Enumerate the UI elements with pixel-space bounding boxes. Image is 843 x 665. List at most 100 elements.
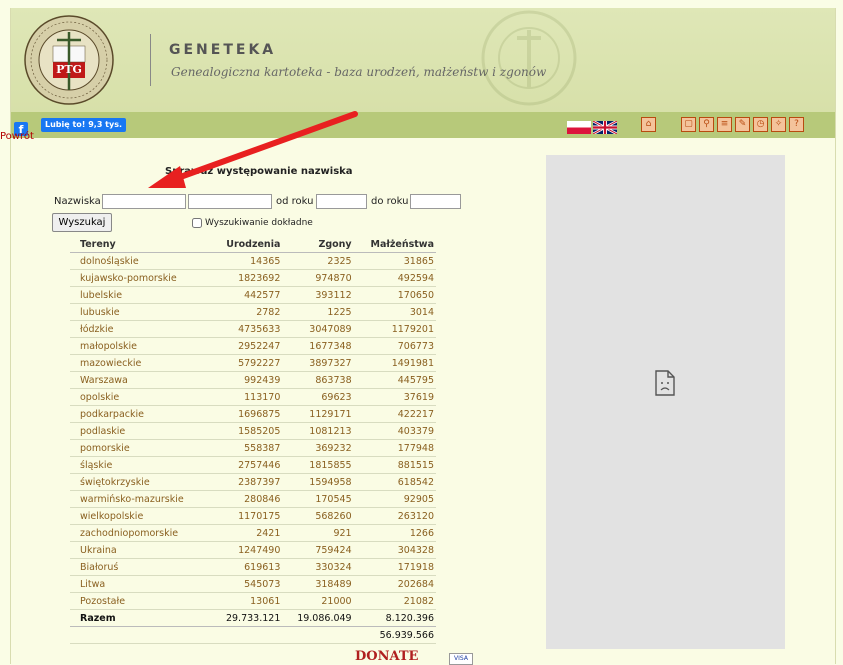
cell-marriages: 3014: [353, 303, 436, 321]
back-link[interactable]: Powrót: [0, 131, 34, 142]
cell-deaths: 1677348: [282, 337, 354, 355]
cell-births: 5792227: [211, 354, 283, 372]
clock-icon[interactable]: ◷: [753, 117, 768, 132]
cell-births: 2782: [211, 303, 283, 321]
surname-input[interactable]: [102, 194, 186, 209]
table-grand-total-row: 56.939.566: [70, 626, 436, 644]
cell-region[interactable]: wielkopolskie: [70, 507, 212, 525]
cell-births: 1170175: [211, 507, 283, 525]
cell-region[interactable]: lubuskie: [70, 303, 212, 321]
cell-marriages: 177948: [353, 439, 436, 457]
cell-marriages: 1491981: [353, 354, 436, 372]
list-icon[interactable]: ≡: [717, 117, 732, 132]
cell-births: 1247490: [211, 541, 283, 559]
cell-marriages: 92905: [353, 490, 436, 508]
cell-births: 4735633: [211, 320, 283, 338]
cell-deaths: 3897327: [282, 354, 354, 372]
cell-marriages: 304328: [353, 541, 436, 559]
surname2-input[interactable]: [188, 194, 272, 209]
cell-marriages: 1266: [353, 524, 436, 542]
cell-deaths: 1225: [282, 303, 354, 321]
help-icon[interactable]: ?: [789, 117, 804, 132]
table-row: podkarpackie 1696875 1129171 422217: [70, 405, 436, 423]
cell-marriages: 263120: [353, 507, 436, 525]
cell-region[interactable]: Pozostałe: [70, 592, 212, 610]
cell-region[interactable]: świętokrzyskie: [70, 473, 212, 491]
cell-births: 992439: [211, 371, 283, 389]
cell-deaths: 1815855: [282, 456, 354, 474]
cell-births: 113170: [211, 388, 283, 406]
cell-region[interactable]: podkarpackie: [70, 405, 212, 423]
table-row: świętokrzyskie 2387397 1594958 618542: [70, 473, 436, 491]
table-row: pomorskie 558387 369232 177948: [70, 439, 436, 457]
table-row: Ukraina 1247490 759424 304328: [70, 541, 436, 559]
cell-region[interactable]: Warszawa: [70, 371, 212, 389]
home-icon[interactable]: ⌂: [641, 117, 656, 132]
table-row: śląskie 2757446 1815855 881515: [70, 456, 436, 474]
search-icon[interactable]: ⚲: [699, 117, 714, 132]
cell-marriages: 21082: [353, 592, 436, 610]
cell-region[interactable]: dolnośląskie: [70, 252, 212, 270]
logo-text: PTG: [56, 63, 82, 76]
cell-region[interactable]: pomorskie: [70, 439, 212, 457]
table-row: Litwa 545073 318489 202684: [70, 575, 436, 593]
pl-flag-icon[interactable]: [567, 121, 591, 134]
surname-label: Nazwiska: [54, 196, 101, 207]
cell-births: 619613: [211, 558, 283, 576]
cell-deaths: 1081213: [282, 422, 354, 440]
cell-region[interactable]: Ukraina: [70, 541, 212, 559]
cell-region[interactable]: opolskie: [70, 388, 212, 406]
cell-marriages: 445795: [353, 371, 436, 389]
cell-region[interactable]: lubelskie: [70, 286, 212, 304]
table-row: Warszawa 992439 863738 445795: [70, 371, 436, 389]
to-year-label: do roku: [371, 196, 409, 207]
book-icon[interactable]: ▢: [681, 117, 696, 132]
cell-deaths: 1129171: [282, 405, 354, 423]
tools-icon[interactable]: ✧: [771, 117, 786, 132]
cell-marriages: 1179201: [353, 320, 436, 338]
ptg-logo[interactable]: PTG: [23, 14, 115, 106]
cell-births: 2421: [211, 524, 283, 542]
cell-region[interactable]: śląskie: [70, 456, 212, 474]
cell-marriages: 706773: [353, 337, 436, 355]
cell-region[interactable]: małopolskie: [70, 337, 212, 355]
grand-total-spacer: [70, 626, 212, 644]
cell-region[interactable]: zachodniopomorskie: [70, 524, 212, 542]
cell-births: 2952247: [211, 337, 283, 355]
search-button[interactable]: Wyszukaj: [52, 213, 112, 232]
edit-icon[interactable]: ✎: [735, 117, 750, 132]
exact-search-checkbox[interactable]: [192, 218, 202, 228]
facebook-like-button[interactable]: Lubię to! 9,3 tys.: [41, 118, 127, 132]
table-row: małopolskie 2952247 1677348 706773: [70, 337, 436, 355]
grand-total-spacer: [282, 626, 354, 644]
cell-deaths: 21000: [282, 592, 354, 610]
table-header-row: Tereny Urodzenia Zgony Małżeństwa: [70, 236, 436, 253]
cell-deaths: 568260: [282, 507, 354, 525]
table-row: Pozostałe 13061 21000 21082: [70, 592, 436, 610]
site-title: GENETEKA: [169, 42, 277, 58]
cell-deaths: 318489: [282, 575, 354, 593]
cell-region[interactable]: warmińsko-mazurskie: [70, 490, 212, 508]
cell-region[interactable]: łódzkie: [70, 320, 212, 338]
table-row: lubelskie 442577 393112 170650: [70, 286, 436, 304]
cell-births: 2387397: [211, 473, 283, 491]
cell-deaths: 3047089: [282, 320, 354, 338]
cell-region[interactable]: Białoruś: [70, 558, 212, 576]
cell-births: 558387: [211, 439, 283, 457]
cell-deaths: 1594958: [282, 473, 354, 491]
cell-deaths: 393112: [282, 286, 354, 304]
table-row: kujawsko-pomorskie 1823692 974870 492594: [70, 269, 436, 287]
cell-region[interactable]: Litwa: [70, 575, 212, 593]
to-year-input[interactable]: [410, 194, 461, 209]
cell-deaths: 369232: [282, 439, 354, 457]
uk-flag-icon[interactable]: [593, 121, 617, 134]
table-total-row: Razem 29.733.121 19.086.049 8.120.396: [70, 609, 436, 627]
cell-region[interactable]: kujawsko-pomorskie: [70, 269, 212, 287]
from-year-input[interactable]: [316, 194, 367, 209]
table-row: opolskie 113170 69623 37619: [70, 388, 436, 406]
cell-region[interactable]: mazowieckie: [70, 354, 212, 372]
cell-region[interactable]: podlaskie: [70, 422, 212, 440]
cell-marriages: 422217: [353, 405, 436, 423]
donate-button[interactable]: DONATE: [355, 649, 418, 664]
stats-table: Tereny Urodzenia Zgony Małżeństwa dolnoś…: [70, 236, 436, 644]
